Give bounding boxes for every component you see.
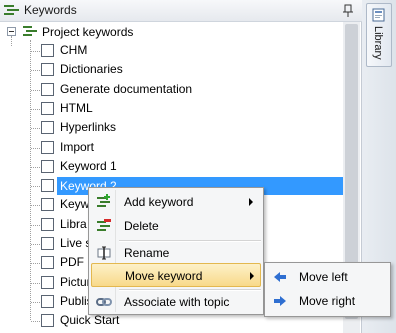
menu-item-associate-with-topic[interactable]: Associate with topic xyxy=(91,290,261,314)
arrow-left-icon xyxy=(274,272,286,282)
tree-connector xyxy=(31,244,40,245)
menu-item-label: Rename xyxy=(124,246,170,260)
add-keyword-icon xyxy=(97,194,110,207)
tree-connector xyxy=(31,302,40,303)
submenu-arrow-icon xyxy=(249,198,253,206)
tree-item-label[interactable]: Keyw xyxy=(60,197,89,211)
menu-item-add-keyword[interactable]: Add keyword xyxy=(91,190,261,214)
tree-connector xyxy=(31,205,40,206)
tree-connector xyxy=(31,263,40,264)
tree-connector xyxy=(31,70,40,71)
tree-item-label[interactable]: Dictionaries xyxy=(60,62,123,76)
move-keyword-submenu: Move left Move right xyxy=(264,262,391,317)
tree-item-checkbox[interactable] xyxy=(41,83,54,96)
tree-item-checkbox[interactable] xyxy=(41,314,54,327)
tree-item-checkbox[interactable] xyxy=(41,237,54,250)
tree-item-checkbox[interactable] xyxy=(41,141,54,154)
tree-connector xyxy=(31,167,40,168)
tree-connector xyxy=(30,40,31,320)
menu-item-label: Move left xyxy=(299,270,348,284)
tree-item-label[interactable]: Quick Start xyxy=(60,313,119,327)
menu-item-label: Add keyword xyxy=(124,195,194,209)
tree-item-checkbox[interactable] xyxy=(41,121,54,134)
menu-item-move-keyword[interactable]: Move keyword xyxy=(91,263,261,287)
tree-connector xyxy=(31,51,40,52)
keywords-list-icon xyxy=(23,26,37,36)
tree-connector xyxy=(11,36,12,46)
menu-item-delete[interactable]: Delete xyxy=(91,214,261,238)
tree-connector xyxy=(31,90,40,91)
tree-connector xyxy=(31,186,40,187)
tree-item-checkbox[interactable] xyxy=(41,63,54,76)
tree-connector xyxy=(31,225,40,226)
tree-item-label[interactable]: CHM xyxy=(60,43,87,57)
tree-connector xyxy=(31,109,40,110)
tree-item-label[interactable]: Generate documentation xyxy=(60,82,192,96)
link-icon xyxy=(96,298,112,306)
collapse-toggle[interactable] xyxy=(7,27,16,36)
submenu-arrow-icon xyxy=(250,272,254,280)
tree-item-checkbox[interactable] xyxy=(41,179,54,192)
delete-keyword-icon xyxy=(97,219,111,231)
menu-item-label: Move keyword xyxy=(125,269,203,283)
tree-item-label[interactable]: HTML xyxy=(60,101,93,115)
keywords-icon xyxy=(4,5,19,15)
tree-item-label[interactable]: PDF xyxy=(60,255,84,269)
tree-connector xyxy=(31,128,40,129)
submenu-item-move-right[interactable]: Move right xyxy=(267,289,388,313)
tree-item-checkbox[interactable] xyxy=(41,160,54,173)
rename-icon xyxy=(97,246,111,260)
tree-item-label[interactable]: Libra xyxy=(60,217,87,231)
tree-root-label[interactable]: Project keywords xyxy=(42,25,133,39)
tree-item-label[interactable]: Keyword 1 xyxy=(60,159,117,173)
submenu-item-move-left[interactable]: Move left xyxy=(267,265,388,289)
arrow-right-icon xyxy=(274,296,286,306)
menu-item-label: Delete xyxy=(124,219,159,233)
tree-item-label[interactable]: Hyperlinks xyxy=(60,120,116,134)
panel-title: Keywords xyxy=(24,3,77,17)
pin-icon[interactable] xyxy=(342,4,354,18)
tree-item-checkbox[interactable] xyxy=(41,102,54,115)
menu-item-rename[interactable]: Rename xyxy=(91,241,261,265)
tree-item-checkbox[interactable] xyxy=(41,198,54,211)
tree-item-label[interactable]: Live s xyxy=(60,236,91,250)
menu-item-label: Associate with topic xyxy=(124,295,230,309)
tree-item-checkbox[interactable] xyxy=(41,44,54,57)
menu-item-label: Move right xyxy=(299,294,356,308)
tree-item-checkbox[interactable] xyxy=(41,256,54,269)
tree-connector xyxy=(31,321,40,322)
tree-connector xyxy=(31,283,40,284)
library-book-icon xyxy=(372,8,385,22)
library-tab-label: Library xyxy=(372,26,384,60)
tree-connector xyxy=(31,148,40,149)
tree-item-label[interactable]: Import xyxy=(60,140,94,154)
tree-item-label[interactable]: Pictur xyxy=(60,275,91,289)
tree-item-checkbox[interactable] xyxy=(41,276,54,289)
tree-item-checkbox[interactable] xyxy=(41,218,54,231)
context-menu: Add keyword Delete Rename Move keyword A… xyxy=(88,187,264,315)
tree-item-checkbox[interactable] xyxy=(41,295,54,308)
